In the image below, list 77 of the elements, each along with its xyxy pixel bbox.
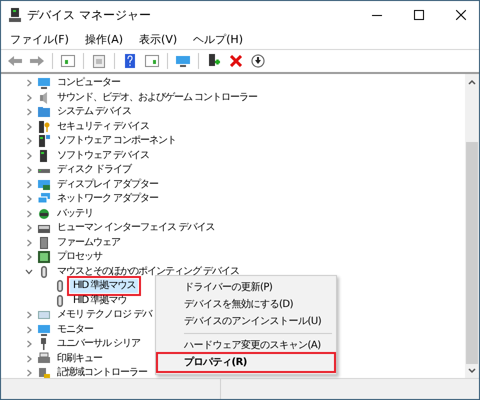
expand-chevron-icon[interactable]: [25, 253, 33, 262]
monitor-icon: [37, 76, 51, 90]
tree-item[interactable]: システム デバイス: [54, 105, 134, 120]
tree-item[interactable]: ユニバーサル シリア: [54, 337, 144, 352]
expand-chevron-icon[interactable]: [25, 210, 33, 218]
folder-icon: [37, 105, 51, 120]
tree-item[interactable]: ソフトウェア デバイス: [54, 148, 152, 163]
expand-chevron-icon[interactable]: [25, 180, 33, 189]
context-menu-item[interactable]: ドライバーの更新(P): [158, 279, 334, 296]
tree-item[interactable]: 記憶域コントローラー: [54, 366, 150, 378]
tree-item[interactable]: セキュリティ デバイス: [54, 120, 152, 134]
monitor-icon: [176, 54, 190, 68]
expand-chevron-icon[interactable]: [25, 195, 33, 204]
tree-item[interactable]: プロセッサ: [54, 250, 105, 264]
menu-item[interactable]: ヘルプ(H): [188, 29, 248, 49]
expand-chevron-icon[interactable]: [25, 94, 33, 102]
context-menu-item[interactable]: デバイスのアンインストール(U): [158, 313, 334, 330]
tree-item[interactable]: HID 準拠マウ: [70, 294, 130, 308]
expand-chevron-icon[interactable]: [25, 369, 33, 378]
help-icon: [125, 54, 135, 68]
expand-chevron-icon[interactable]: [25, 152, 33, 160]
pane-icon: [61, 55, 75, 67]
tree-item[interactable]: 印刷キュー: [54, 352, 105, 366]
tree-item[interactable]: ソフトウェア コンポーネント: [54, 134, 180, 148]
expand-chevron-icon[interactable]: [25, 326, 33, 334]
processor-icon: [37, 250, 51, 264]
expand-chevron-icon[interactable]: [25, 354, 33, 363]
scrollbar-thumb[interactable]: [466, 142, 478, 364]
expand-chevron-icon[interactable]: [25, 79, 33, 88]
context-menu-item[interactable]: デバイスを無効にする(D): [158, 296, 334, 313]
close-icon: [456, 10, 466, 20]
chip-icon: [37, 236, 51, 250]
display-adapter-icon: [37, 178, 51, 192]
expand-chevron-icon[interactable]: [25, 224, 33, 232]
expand-chevron-icon[interactable]: [25, 137, 33, 146]
tree-item[interactable]: ディスプレイ アダプター: [54, 178, 162, 192]
collapse-chevron-icon[interactable]: [25, 268, 33, 276]
tree-item[interactable]: コンピューター: [54, 76, 123, 90]
down-arrow-circle-icon: [251, 54, 265, 68]
expand-chevron-icon[interactable]: [25, 238, 33, 247]
tower-icon: [37, 134, 51, 148]
device-plus-icon: [208, 54, 220, 68]
expand-chevron-icon[interactable]: [25, 122, 33, 131]
storage-controller-icon: [37, 366, 51, 378]
tree-item[interactable]: サウンド、ビデオ、およびゲーム コントローラー: [54, 90, 260, 105]
scroll-up-icon[interactable]: [468, 79, 476, 85]
key-icon: [37, 120, 51, 134]
context-menu-item[interactable]: プロパティ(R): [158, 354, 334, 371]
back-arrow-icon: [8, 55, 22, 67]
tree-item[interactable]: ディスク ドライブ: [54, 163, 134, 178]
tree-item[interactable]: マウスとそのほかのポインティング デバイス: [54, 264, 242, 279]
tree-item[interactable]: モニター: [54, 322, 96, 337]
printer-icon: [37, 352, 51, 366]
forward-arrow-icon: [30, 55, 44, 67]
tree-item[interactable]: ネットワーク アダプター: [54, 192, 162, 206]
battery-icon: [37, 206, 51, 221]
app-icon: [9, 8, 21, 22]
expand-chevron-icon[interactable]: [25, 311, 33, 320]
expand-chevron-icon[interactable]: [25, 340, 33, 348]
menu-item[interactable]: 操作(A): [80, 29, 128, 49]
tree-item[interactable]: メモリ テクノロジ デバ: [54, 308, 154, 322]
cross-icon: [230, 55, 242, 67]
tree-item[interactable]: バッテリ: [54, 206, 96, 221]
page-icon: [93, 54, 105, 68]
window-title: デバイス マネージャー: [27, 6, 152, 24]
monitor-icon: [37, 322, 51, 337]
context-menu-item[interactable]: ハードウェア変更のスキャン(A): [158, 337, 334, 354]
menu-item[interactable]: ファイル(F): [5, 29, 74, 49]
pane-icon: [145, 55, 159, 67]
tree-item[interactable]: ファームウェア: [54, 236, 123, 250]
tree-item[interactable]: ヒューマン インターフェイス デバイス: [54, 221, 218, 236]
maximize-icon: [414, 10, 424, 20]
menu-item[interactable]: 表示(V): [134, 29, 182, 49]
expand-chevron-icon[interactable]: [25, 108, 33, 116]
scroll-down-icon[interactable]: [468, 368, 476, 374]
expand-chevron-icon[interactable]: [25, 166, 33, 174]
tree-item[interactable]: HID 準拠マウス: [70, 279, 138, 294]
